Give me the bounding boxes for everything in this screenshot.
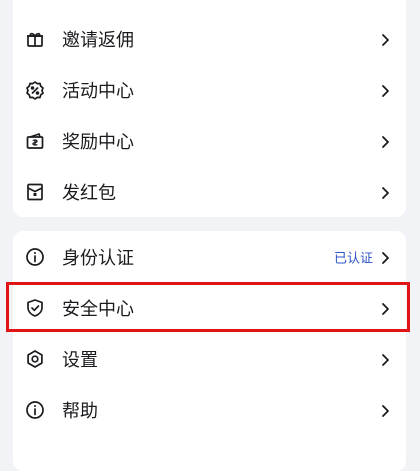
chevron-right-icon [380, 134, 390, 148]
red-envelope-icon [25, 182, 45, 202]
chevron-right-icon [380, 185, 390, 199]
info-icon [25, 400, 45, 420]
menu-item-label: 身份认证 [62, 247, 134, 269]
chevron-right-icon [380, 403, 390, 417]
menu-item-red-envelope[interactable]: 发红包 [13, 166, 406, 217]
menu-item-security-center[interactable]: 安全中心 [13, 282, 406, 333]
chevron-right-icon [380, 301, 390, 315]
shield-check-icon [25, 298, 45, 318]
menu-item-label: 帮助 [62, 400, 98, 422]
menu-item-label: 邀请返佣 [62, 29, 134, 51]
chevron-right-icon [380, 32, 390, 46]
verification-status-badge: 已认证 [333, 251, 373, 266]
menu-item-reward-center[interactable]: 奖励中心 [13, 115, 406, 166]
chevron-right-icon [380, 250, 390, 264]
menu-item-label: 安全中心 [62, 298, 134, 320]
chevron-right-icon [380, 83, 390, 97]
menu-item-activity-center[interactable]: 活动中心 [13, 64, 406, 115]
gift-icon [25, 29, 45, 49]
menu-item-help[interactable]: 帮助 [13, 384, 406, 435]
chevron-right-icon [380, 352, 390, 366]
menu-item-label: 奖励中心 [62, 131, 134, 153]
gear-icon [25, 349, 45, 369]
menu-card-2: 身份认证 已认证 安全中心 设置 帮助 [13, 231, 406, 471]
info-icon [25, 247, 45, 267]
activity-badge-icon [25, 80, 45, 100]
menu-item-label: 活动中心 [62, 80, 134, 102]
reward-wallet-icon [25, 131, 45, 151]
menu-item-identity-verification[interactable]: 身份认证 已认证 [13, 231, 406, 282]
menu-item-label: 设置 [62, 349, 98, 371]
menu-item-settings[interactable]: 设置 [13, 333, 406, 384]
menu-item-label: 发红包 [62, 182, 116, 204]
menu-card-1: 邀请返佣 活动中心 奖励中心 发红包 [13, 0, 406, 217]
menu-item-invite-rebate[interactable]: 邀请返佣 [13, 13, 406, 64]
